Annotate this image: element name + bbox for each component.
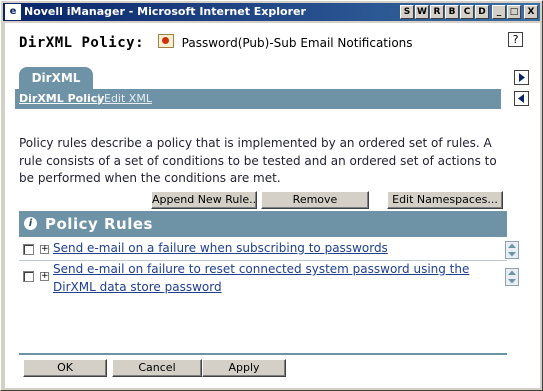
policy-rules-header: i Policy Rules [19, 211, 507, 237]
subtab-dirxml-policy[interactable]: DirXML Policy [19, 92, 104, 105]
rule-checkbox[interactable] [23, 271, 34, 282]
title-button-r[interactable]: R [430, 5, 444, 19]
browser-window: e Novell iManager - Microsoft Internet E… [0, 0, 543, 391]
page-header: DirXML Policy: Password(Pub)-Sub Email N… [19, 34, 413, 51]
arrow-right-icon[interactable] [514, 70, 529, 85]
rule-checkbox[interactable] [23, 244, 34, 255]
policy-rules-title: Policy Rules [45, 215, 153, 233]
arrow-left-icon[interactable] [514, 91, 529, 106]
page-title: DirXML Policy: [19, 35, 145, 51]
remove-button[interactable]: Remove [261, 191, 369, 209]
rule-link[interactable]: Send e-mail on failure to reset connecte… [53, 261, 509, 296]
ok-button[interactable]: OK [23, 359, 107, 377]
title-bar: e Novell iManager - Microsoft Internet E… [3, 3, 540, 21]
plus-icon[interactable]: + [40, 272, 49, 281]
minimize-button[interactable]: _ [492, 5, 506, 19]
rule-link[interactable]: Send e-mail on a failure when subscribin… [53, 240, 501, 258]
apply-button[interactable]: Apply [202, 359, 286, 377]
append-new-rule-button[interactable]: Append New Rule... [151, 191, 257, 209]
title-button-d[interactable]: D [475, 5, 489, 19]
edit-namespaces-button[interactable]: Edit Namespaces... [387, 191, 503, 209]
page-content: DirXML Policy: Password(Pub)-Sub Email N… [5, 23, 540, 388]
help-icon[interactable]: ? [508, 32, 523, 47]
plus-icon[interactable]: + [40, 245, 49, 254]
policy-icon [157, 34, 174, 48]
list-item: + Send e-mail on a failure when subscrib… [19, 240, 519, 259]
tab-subnav: DirXML Policy | Edit XML [15, 89, 501, 109]
tab-dirxml[interactable]: DirXML [19, 67, 93, 89]
footer-divider [19, 353, 507, 355]
title-button-b[interactable]: B [445, 5, 459, 19]
maximize-button[interactable]: □ [507, 5, 521, 19]
subtab-separator: | [97, 92, 101, 105]
close-button[interactable]: X [524, 5, 538, 19]
policy-description: Policy rules describe a policy that is i… [19, 136, 497, 185]
subtab-edit-xml[interactable]: Edit XML [104, 92, 152, 105]
title-button-c[interactable]: C [460, 5, 474, 19]
cancel-button[interactable]: Cancel [112, 359, 202, 377]
ie-page-icon: e [5, 4, 21, 20]
window-title: Novell iManager - Microsoft Internet Exp… [24, 5, 306, 18]
title-button-s[interactable]: S [400, 5, 414, 19]
list-item: + Send e-mail on failure to reset connec… [19, 261, 519, 297]
title-button-w[interactable]: W [415, 5, 429, 19]
info-icon: i [24, 217, 37, 230]
up-down-arrows-icon[interactable] [505, 241, 519, 259]
up-down-arrows-icon[interactable] [505, 268, 519, 286]
policy-name: Password(Pub)-Sub Email Notifications [181, 36, 413, 50]
